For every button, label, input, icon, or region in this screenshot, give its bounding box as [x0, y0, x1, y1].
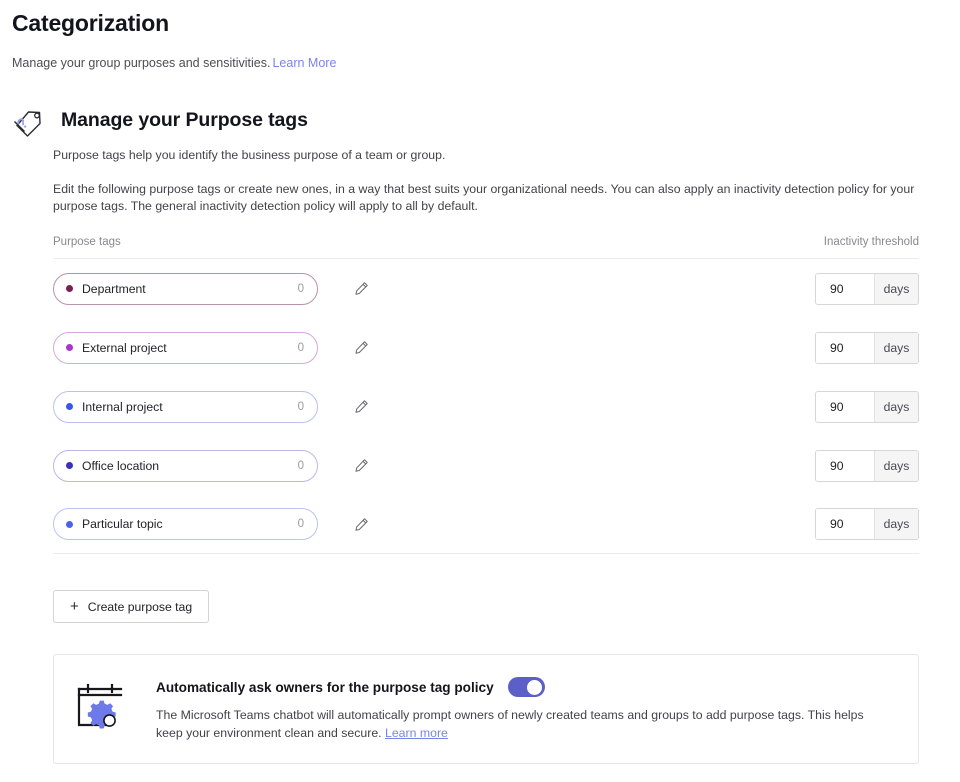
learn-more-link[interactable]: Learn More — [272, 56, 336, 70]
purpose-tag-label: External project — [82, 340, 167, 355]
inactivity-threshold-field[interactable]: days — [815, 390, 919, 423]
inactivity-threshold-input[interactable] — [816, 273, 874, 304]
inactivity-threshold-input[interactable] — [816, 509, 874, 539]
section-paragraph-2: Edit the following purpose tags or creat… — [53, 182, 915, 213]
table-header: Purpose tags Inactivity threshold — [53, 236, 919, 259]
section-description: Purpose tags help you identify the busin… — [53, 147, 919, 215]
table-row: Internal project 0 days — [53, 377, 919, 436]
policy-card-title-row: Automatically ask owners for the purpose… — [156, 677, 894, 697]
purpose-tag-label: Office location — [82, 458, 160, 473]
inactivity-threshold-unit: days — [874, 332, 918, 363]
policy-card-description: The Microsoft Teams chatbot will automat… — [156, 706, 886, 742]
create-purpose-tag-label: Create purpose tag — [87, 599, 193, 614]
purpose-tag-label: Internal project — [82, 399, 163, 414]
toggle-knob — [527, 679, 543, 695]
categorization-page: Categorization Manage your group purpose… — [0, 0, 960, 782]
purpose-tag-policy-toggle[interactable] — [507, 677, 545, 697]
inactivity-threshold-unit: days — [874, 509, 918, 539]
create-purpose-tag-button[interactable]: + Create purpose tag — [53, 590, 210, 623]
table-row: External project 0 days — [53, 318, 919, 377]
tag-color-dot — [66, 285, 73, 292]
inactivity-threshold-unit: days — [874, 273, 918, 304]
purpose-tag-pill[interactable]: Department 0 — [53, 272, 318, 305]
inactivity-threshold-field[interactable]: days — [815, 508, 919, 540]
table-body: Department0daysExternal project0daysInte… — [53, 259, 919, 554]
inactivity-threshold-unit: days — [874, 450, 918, 481]
column-header-purpose-tags: Purpose tags — [53, 236, 121, 248]
edit-purpose-tag-button[interactable] — [346, 333, 376, 363]
inactivity-threshold-input[interactable] — [816, 391, 874, 422]
edit-purpose-tag-button[interactable] — [346, 392, 376, 422]
section-heading: ? Manage your Purpose tags — [10, 100, 308, 140]
purpose-tag-count: 0 — [297, 282, 304, 295]
pencil-icon — [354, 400, 368, 413]
inactivity-threshold-field[interactable]: days — [815, 449, 919, 482]
purpose-tag-count: 0 — [297, 400, 304, 413]
purpose-tag-pill[interactable]: External project 0 — [53, 331, 318, 364]
policy-card-description-text: The Microsoft Teams chatbot will automat… — [156, 708, 864, 740]
purpose-tag-icon: ? — [14, 111, 41, 137]
policy-card-title: Automatically ask owners for the purpose… — [156, 679, 494, 695]
inactivity-threshold-unit: days — [874, 391, 918, 422]
purpose-tag-label: Particular topic — [82, 517, 163, 531]
pencil-icon — [354, 341, 368, 354]
policy-card-body: Automatically ask owners for the purpose… — [156, 677, 894, 742]
pencil-icon — [354, 517, 368, 531]
page-subtitle-text: Manage your group purposes and sensitivi… — [12, 56, 271, 70]
tag-color-dot — [66, 344, 73, 351]
purpose-tag-label: Department — [82, 281, 146, 296]
purpose-tag-count: 0 — [297, 341, 304, 354]
tag-color-dot — [66, 462, 73, 469]
plus-icon: + — [70, 598, 79, 615]
purpose-tag-count: 0 — [297, 459, 304, 472]
inactivity-threshold-field[interactable]: days — [815, 272, 919, 305]
inactivity-threshold-field[interactable]: days — [815, 331, 919, 364]
calendar-gear-icon — [77, 683, 123, 729]
edit-purpose-tag-button[interactable] — [346, 509, 376, 539]
purpose-tag-pill[interactable]: Office location 0 — [53, 449, 318, 482]
purpose-tag-count: 0 — [297, 518, 304, 530]
edit-purpose-tag-button[interactable] — [346, 274, 376, 304]
inactivity-threshold-input[interactable] — [816, 332, 874, 363]
inactivity-threshold-input[interactable] — [816, 450, 874, 481]
svg-text:?: ? — [14, 115, 33, 134]
page-subtitle: Manage your group purposes and sensitivi… — [12, 56, 336, 70]
purpose-tags-table: Purpose tags Inactivity threshold Depart… — [53, 236, 919, 554]
edit-purpose-tag-button[interactable] — [346, 451, 376, 481]
table-row: Particular topic 0 days — [53, 495, 919, 554]
purpose-tag-pill[interactable]: Internal project 0 — [53, 390, 318, 423]
tag-color-dot — [66, 520, 73, 528]
table-row: Office location 0 days — [53, 436, 919, 495]
policy-learn-more-link[interactable]: Learn more — [385, 726, 448, 740]
section-title: Manage your Purpose tags — [61, 108, 308, 131]
table-row: Department 0 days — [53, 259, 919, 318]
section-paragraph-1: Purpose tags help you identify the busin… — [53, 148, 446, 162]
tag-color-dot — [66, 403, 73, 410]
purpose-tag-policy-card: Automatically ask owners for the purpose… — [53, 654, 919, 764]
pencil-icon — [354, 459, 368, 472]
page-title: Categorization — [12, 10, 169, 36]
purpose-tag-pill[interactable]: Particular topic 0 — [53, 508, 318, 540]
pencil-icon — [354, 282, 368, 295]
column-header-inactivity-threshold: Inactivity threshold — [823, 236, 919, 248]
